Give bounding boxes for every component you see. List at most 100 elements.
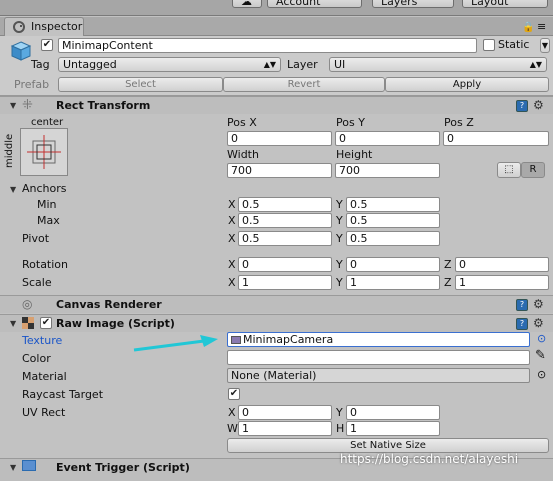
pivot-x-input[interactable]: 0.5 <box>238 231 332 246</box>
axis-z-label: Z <box>444 258 452 271</box>
anchor-max-y-input[interactable]: 0.5 <box>346 213 440 228</box>
object-picker-icon[interactable]: ⊙ <box>537 368 546 381</box>
anchor-min-x-value: 0.5 <box>242 198 260 211</box>
static-checkbox[interactable] <box>483 39 495 51</box>
tag-value: Untagged <box>63 58 117 71</box>
raycast-target-checkbox[interactable]: ✔ <box>228 388 240 400</box>
render-texture-icon <box>231 336 241 344</box>
prefab-revert-button[interactable]: Revert <box>223 77 385 92</box>
rect-transform-header[interactable]: ▼ ⁜ Rect Transform ? ⚙ <box>0 96 553 114</box>
blueprint-icon: ⬚ <box>504 164 514 175</box>
active-checkbox[interactable]: ✔ <box>41 39 53 51</box>
posy-input[interactable]: 0 <box>335 131 440 146</box>
width-input[interactable]: 700 <box>227 163 332 178</box>
rect-transform-title: Rect Transform <box>56 99 151 112</box>
uv-x-input[interactable]: 0 <box>238 405 332 420</box>
layer-value: UI <box>334 58 346 71</box>
help-book-icon[interactable]: ? <box>516 100 528 112</box>
help-book-icon[interactable]: ? <box>516 299 528 311</box>
layers-label: Layers <box>381 0 418 8</box>
tab-inspector[interactable]: Inspector <box>4 17 84 36</box>
posz-value: 0 <box>447 132 454 145</box>
collapse-triangle-icon[interactable]: ▼ <box>10 463 16 472</box>
rotation-x-input[interactable]: 0 <box>238 257 332 272</box>
prefab-select-button[interactable]: Select <box>58 77 223 92</box>
uv-y-input[interactable]: 0 <box>346 405 440 420</box>
tab-inspector-label: Inspector <box>31 20 83 33</box>
posz-label: Pos Z <box>444 116 474 129</box>
eyedropper-icon[interactable]: ✎ <box>535 348 546 363</box>
rotation-z-input[interactable]: 0 <box>455 257 549 272</box>
material-field[interactable]: None (Material) <box>227 368 530 383</box>
scale-y-value: 1 <box>350 276 357 289</box>
color-field[interactable] <box>227 350 530 365</box>
object-name-input[interactable]: MinimapContent <box>58 38 477 53</box>
anchor-min-y-input[interactable]: 0.5 <box>346 197 440 212</box>
gear-icon[interactable]: ⚙ <box>533 98 547 112</box>
static-dropdown[interactable]: ▼ <box>540 38 550 53</box>
anchor-min-x-input[interactable]: 0.5 <box>238 197 332 212</box>
rotation-label: Rotation <box>22 258 69 271</box>
scale-x-input[interactable]: 1 <box>238 275 332 290</box>
posz-input[interactable]: 0 <box>443 131 549 146</box>
cloud-button[interactable]: ☁ <box>232 0 262 8</box>
anchor-vertical-label: middle <box>4 133 15 168</box>
anchor-max-y-value: 0.5 <box>350 214 368 227</box>
anchors-foldout-icon[interactable]: ▼ <box>10 185 16 194</box>
object-picker-icon[interactable]: ⊙ <box>537 332 546 345</box>
help-book-icon[interactable]: ? <box>516 318 528 330</box>
pivot-x-value: 0.5 <box>242 232 260 245</box>
uv-x-value: 0 <box>242 406 249 419</box>
layout-dropdown[interactable]: Layout <box>462 0 548 8</box>
uv-h-value: 1 <box>350 422 357 435</box>
pivot-y-input[interactable]: 0.5 <box>346 231 440 246</box>
gear-icon[interactable]: ⚙ <box>533 297 547 311</box>
material-value: None (Material) <box>231 369 317 382</box>
anchor-min-y-value: 0.5 <box>350 198 368 211</box>
rotation-y-value: 0 <box>350 258 357 271</box>
gear-icon[interactable]: ⚙ <box>533 316 547 330</box>
raw-edit-mode-button[interactable]: R <box>521 162 545 178</box>
axis-y-label: Y <box>336 198 343 211</box>
scale-z-input[interactable]: 1 <box>455 275 549 290</box>
canvas-renderer-header[interactable]: ◎ Canvas Renderer ? ⚙ <box>0 295 553 313</box>
prefab-apply-button[interactable]: Apply <box>385 77 549 92</box>
uv-y-value: 0 <box>350 406 357 419</box>
anchor-max-label: Max <box>37 214 60 227</box>
layer-dropdown[interactable]: UI ▲▼ <box>329 57 547 72</box>
chevron-updown-icon: ▲▼ <box>263 60 276 69</box>
rotation-y-input[interactable]: 0 <box>346 257 440 272</box>
layers-dropdown[interactable]: Layers <box>372 0 454 8</box>
account-dropdown[interactable]: Account <box>267 0 362 8</box>
scale-y-input[interactable]: 1 <box>346 275 440 290</box>
posx-value: 0 <box>231 132 238 145</box>
set-native-size-button[interactable]: Set Native Size <box>227 438 549 453</box>
posx-input[interactable]: 0 <box>227 131 332 146</box>
collapse-triangle-icon[interactable]: ▼ <box>10 101 16 110</box>
raw-image-header[interactable]: ▼ ✔ Raw Image (Script) ? ⚙ <box>0 314 553 332</box>
top-toolbar: ☁ Account Layers Layout <box>0 0 553 16</box>
tag-dropdown[interactable]: Untagged ▲▼ <box>58 57 281 72</box>
lock-icon[interactable]: 🔒 <box>522 22 534 33</box>
anchors-label: Anchors <box>22 182 67 195</box>
pivot-label: Pivot <box>22 232 50 245</box>
blueprint-mode-button[interactable]: ⬚ <box>497 162 521 178</box>
raw-image-enabled-checkbox[interactable]: ✔ <box>40 317 52 329</box>
anchor-presets-button[interactable] <box>20 128 68 176</box>
texture-field[interactable]: MinimapCamera <box>227 332 530 347</box>
script-icon <box>22 460 36 471</box>
texture-value: MinimapCamera <box>243 333 334 346</box>
revert-label: Revert <box>287 79 321 90</box>
anchor-max-x-input[interactable]: 0.5 <box>238 213 332 228</box>
uv-w-input[interactable]: 1 <box>238 421 332 436</box>
tab-menu-icon[interactable]: ≡ <box>537 20 546 33</box>
apply-label: Apply <box>452 79 482 90</box>
collapse-triangle-icon[interactable]: ▼ <box>10 319 16 328</box>
height-input[interactable]: 700 <box>335 163 440 178</box>
axis-x-label: X <box>228 198 236 211</box>
uv-w-value: 1 <box>242 422 249 435</box>
prefab-label: Prefab <box>14 78 50 91</box>
uv-h-input[interactable]: 1 <box>346 421 440 436</box>
anchor-max-x-value: 0.5 <box>242 214 260 227</box>
anchor-min-label: Min <box>37 198 57 211</box>
